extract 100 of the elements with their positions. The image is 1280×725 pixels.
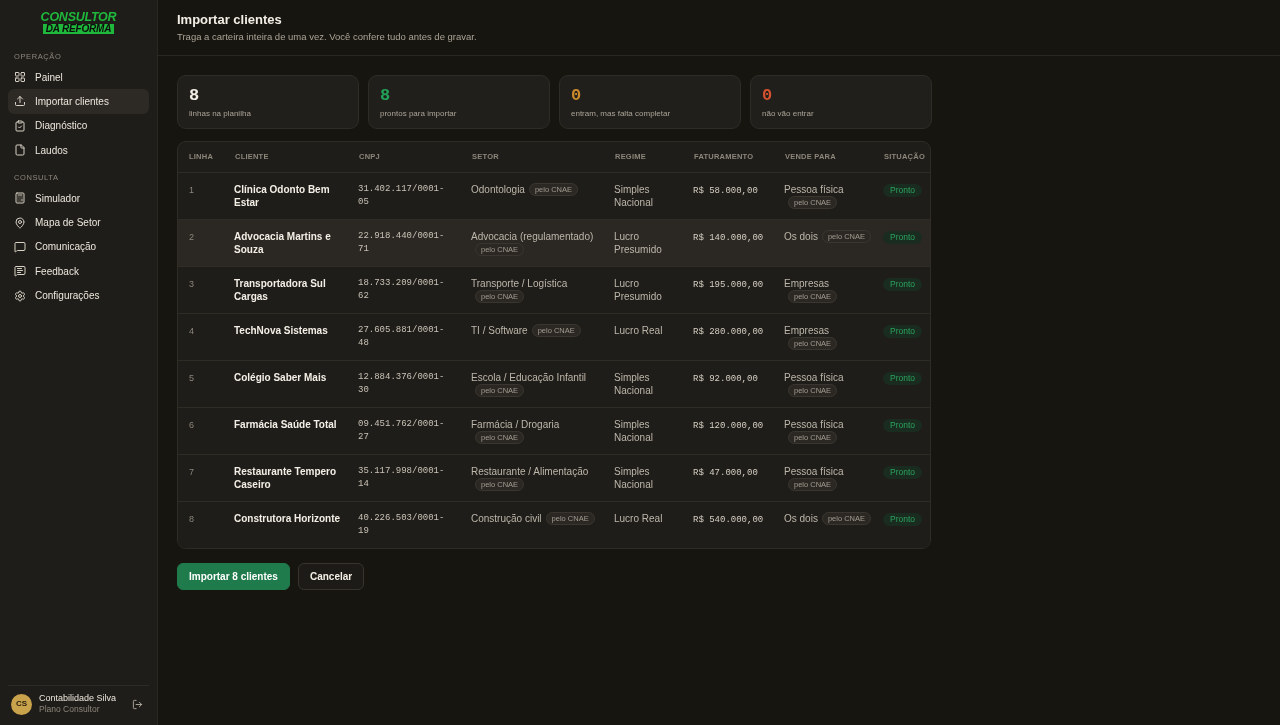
buyer-type-text: Os dois [784, 230, 818, 242]
chat-bubble-icon [14, 240, 26, 253]
status-badge: Pronto [883, 230, 923, 244]
calculator-icon [14, 192, 26, 205]
sector-text: Escola / Educação Infantil [471, 371, 587, 383]
buyer-type-text: Os dois [784, 512, 818, 524]
sector-text: TI / Software [471, 324, 528, 336]
status-badge: Pronto [883, 512, 923, 526]
row-number: 3 [189, 278, 194, 289]
regime-text: Simples Nacional [614, 370, 654, 397]
stat-label: entram, mas falta completar [571, 109, 671, 119]
cancel-button[interactable]: Cancelar [297, 562, 365, 590]
page-subtitle: Traga a carteira inteira de uma vez. Você confere tudo antes de gravar. [177, 31, 477, 43]
client-name: Transportadora Sul Cargas [234, 276, 327, 303]
client-name: Construtora Horizonte [234, 511, 342, 525]
cnpj-text: 31.402.117/0001-05 [358, 182, 446, 209]
map-pin-icon [14, 216, 26, 229]
regime-text: Lucro Real [614, 323, 664, 337]
client-name: Clínica Odonto Bem Estar [234, 182, 331, 209]
sidebar-item[interactable]: Configurações [8, 283, 149, 308]
row-number: 6 [189, 419, 194, 430]
chat-bubble-lines-icon [14, 265, 26, 278]
cnpj-text: 22.918.440/0001-71 [358, 229, 446, 256]
buyer-type-text: Pessoa física [784, 465, 844, 477]
grid-icon [14, 71, 26, 84]
revenue-text: R$ 540.000,00 [693, 514, 764, 525]
logo-banner: DA REFORMA [42, 24, 115, 34]
sector-text: Advocacia (regulamentado) [471, 230, 594, 242]
status-badge: Pronto [883, 277, 923, 291]
revenue-text: R$ 140.000,00 [693, 232, 764, 243]
file-icon [14, 144, 26, 157]
row-number: 2 [189, 231, 194, 242]
stat-value: 8 [380, 86, 391, 106]
client-name: Advocacia Martins e Souza [234, 229, 332, 256]
clipboard-check-icon [14, 119, 26, 132]
sidebar-item[interactable]: Importar clientes [8, 89, 149, 114]
revenue-text: R$ 58.000,00 [693, 185, 758, 196]
logo-text: CONSULTOR [40, 12, 117, 23]
buyer-type-text: Pessoa física [784, 371, 844, 383]
status-badge: Pronto [883, 371, 923, 385]
sector-text: Construção civil [471, 512, 542, 524]
sector-text: Transporte / Logística [471, 277, 568, 289]
cnpj-text: 18.733.209/0001-62 [358, 276, 446, 303]
stat-value: 0 [571, 86, 582, 106]
cnpj-text: 12.884.376/0001-30 [358, 370, 446, 397]
stat-value: 0 [762, 86, 773, 106]
revenue-text: R$ 92.000,00 [693, 373, 758, 384]
client-name: TechNova Sistemas [234, 323, 329, 337]
sidebar-item[interactable]: Diagnóstico [8, 113, 149, 138]
row-number: 7 [189, 466, 194, 477]
row-number: 1 [189, 184, 194, 195]
sidebar-item[interactable]: Painel [8, 65, 149, 90]
stat-label: prontos para importar [380, 109, 457, 119]
buyer-type-text: Pessoa física [784, 418, 844, 430]
cnpj-text: 40.226.503/0001-19 [358, 511, 446, 538]
regime-text: Simples Nacional [614, 182, 654, 209]
settings-icon [14, 289, 26, 302]
regime-text: Lucro Presumido [614, 229, 663, 256]
regime-text: Simples Nacional [614, 417, 654, 444]
regime-text: Simples Nacional [614, 464, 654, 491]
client-name: Restaurante Tempero Caseiro [234, 464, 338, 491]
revenue-text: R$ 120.000,00 [693, 420, 764, 431]
stat-label: não vão entrar [762, 109, 814, 119]
user-name: Contabilidade Silva [39, 693, 117, 704]
sector-text: Farmácia / Drogaria [471, 418, 560, 430]
page-title: Importar clientes [177, 12, 282, 28]
row-number: 4 [189, 325, 194, 336]
status-badge: Pronto [883, 418, 923, 432]
logout-icon [131, 698, 143, 710]
revenue-text: R$ 47.000,00 [693, 467, 758, 478]
avatar: CS [11, 693, 32, 715]
upload-icon [14, 95, 26, 108]
row-number: 5 [189, 372, 194, 383]
sidebar-item[interactable]: Comunicação [8, 234, 149, 260]
status-badge: Pronto [883, 324, 923, 338]
cnpj-text: 35.117.998/0001-14 [358, 464, 446, 491]
client-name: Colégio Saber Mais [234, 370, 328, 384]
regime-text: Lucro Real [614, 511, 664, 525]
import-button[interactable]: Importar 8 clientes [177, 562, 290, 590]
cnpj-text: 09.451.762/0001-27 [358, 417, 446, 444]
row-number: 8 [189, 513, 194, 524]
stat-value: 8 [189, 86, 200, 106]
revenue-text: R$ 280.000,00 [693, 326, 764, 337]
buyer-type-text: Pessoa física [784, 183, 844, 195]
cnpj-text: 27.605.881/0001-48 [358, 323, 446, 350]
client-name: Farmácia Saúde Total [234, 417, 338, 431]
buyer-type-text: Empresas [784, 324, 829, 336]
status-badge: Pronto [883, 465, 923, 479]
user-plan: Plano Consultor [39, 704, 100, 715]
regime-text: Lucro Presumido [614, 276, 663, 303]
sidebar-item[interactable]: Simulador [8, 186, 149, 211]
buyer-type-text: Empresas [784, 277, 829, 289]
sidebar-item[interactable]: Laudos [8, 137, 149, 163]
revenue-text: R$ 195.000,00 [693, 279, 764, 290]
sidebar-item[interactable]: Feedback [8, 259, 149, 284]
stat-label: linhas na planilha [189, 109, 251, 119]
status-badge: Pronto [883, 183, 923, 197]
sector-text: Restaurante / Alimentação [471, 465, 589, 477]
sidebar-item[interactable]: Mapa de Setor [8, 210, 149, 235]
logout-button[interactable] [130, 697, 144, 711]
